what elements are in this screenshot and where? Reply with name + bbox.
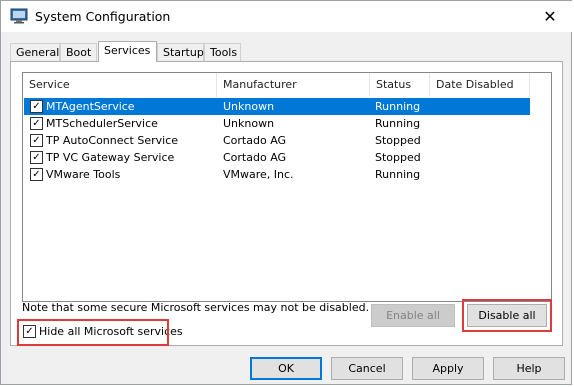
close-icon: ✕ [543, 7, 557, 26]
service-manufacturer: Cortado AG [223, 151, 287, 164]
hide-microsoft-services-highlight [17, 319, 169, 346]
help-button[interactable]: Help [493, 357, 565, 380]
service-manufacturer: Cortado AG [223, 134, 287, 147]
service-name: MTAgentService [46, 100, 135, 113]
cancel-button[interactable]: Cancel [331, 357, 403, 380]
tab-tools[interactable]: Tools [204, 43, 241, 61]
service-name: TP VC Gateway Service [46, 151, 175, 164]
ok-button[interactable]: OK [250, 357, 322, 380]
service-status: Running [375, 168, 421, 181]
table-row[interactable]: ✓ VMware Tools VMware, Inc. Running [24, 166, 530, 183]
service-manufacturer: Unknown [223, 100, 275, 113]
system-config-icon [10, 8, 28, 24]
service-name: MTSchedulerService [46, 117, 158, 130]
service-name: TP AutoConnect Service [46, 134, 179, 147]
service-status: Running [375, 100, 421, 113]
service-status: Running [375, 117, 421, 130]
column-header-service[interactable]: Service [23, 73, 217, 97]
tab-startup[interactable]: Startup [157, 43, 204, 61]
secure-services-note: Note that some secure Microsoft services… [22, 301, 370, 314]
system-configuration-window: System Configuration ✕ General Boot Serv… [0, 0, 573, 385]
column-header-manufacturer[interactable]: Manufacturer [217, 73, 370, 97]
service-checkbox[interactable]: ✓ [30, 134, 43, 147]
tab-boot[interactable]: Boot [60, 43, 97, 61]
window-title: System Configuration [35, 9, 171, 24]
service-checkbox[interactable]: ✓ [30, 117, 43, 130]
close-button[interactable]: ✕ [527, 1, 573, 32]
service-checkbox[interactable]: ✓ [30, 100, 43, 113]
service-name: VMware Tools [46, 168, 121, 181]
service-checkbox[interactable]: ✓ [30, 168, 43, 181]
table-row[interactable]: ✓ MTAgentService Unknown Running [24, 98, 530, 115]
table-row[interactable]: ✓ TP AutoConnect Service Cortado AG Stop… [24, 132, 530, 149]
tab-general[interactable]: General [10, 43, 60, 61]
title-bar: System Configuration ✕ [1, 1, 573, 32]
service-status: Stopped [375, 151, 421, 164]
service-checkbox[interactable]: ✓ [30, 151, 43, 164]
service-manufacturer: Unknown [223, 117, 275, 130]
service-status: Stopped [375, 134, 421, 147]
tab-services[interactable]: Services [98, 41, 157, 62]
apply-button[interactable]: Apply [412, 357, 484, 380]
service-manufacturer: VMware, Inc. [223, 168, 294, 181]
enable-all-button[interactable]: Enable all [371, 304, 455, 327]
table-row[interactable]: ✓ TP VC Gateway Service Cortado AG Stopp… [24, 149, 530, 166]
column-header-status[interactable]: Status [370, 73, 430, 97]
disable-all-highlight [462, 299, 552, 332]
column-header-date-disabled[interactable]: Date Disabled [430, 73, 530, 97]
table-row[interactable]: ✓ MTSchedulerService Unknown Running [24, 115, 530, 132]
services-list[interactable]: Service Manufacturer Status Date Disable… [22, 72, 552, 302]
